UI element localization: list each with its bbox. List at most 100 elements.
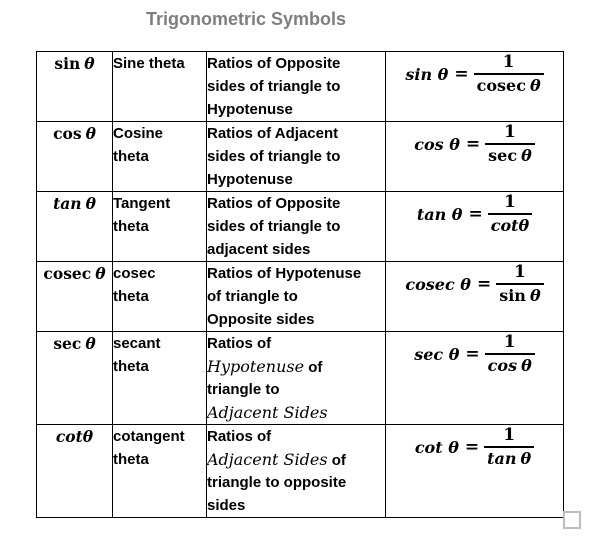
description-line: Opposite sides xyxy=(207,308,385,331)
formula-cell: tan θ = 1 cotθ xyxy=(385,191,564,262)
text-segment: sides of triangle to xyxy=(207,78,341,95)
text-segment: Ratios of Opposite xyxy=(207,55,341,72)
symbol-var: θ xyxy=(85,194,96,213)
equation-lhs: cos θ xyxy=(414,134,460,154)
name-line: theta xyxy=(113,451,149,468)
description-line: triangle to xyxy=(207,378,385,401)
denominator: cosec θ xyxy=(474,75,544,97)
description-line: triangle to opposite xyxy=(207,471,385,494)
numerator: 1 xyxy=(502,52,515,72)
symbol-func: cosec xyxy=(43,264,92,283)
name-line: Cosine xyxy=(113,125,164,142)
description-line: sides of triangle to xyxy=(207,75,385,98)
description-cell: Ratios of Adjacent sides of triangle to … xyxy=(206,121,386,192)
equation: cos θ = 1 sec θ xyxy=(414,122,535,167)
text-segment: adjacent sides xyxy=(207,241,311,258)
denominator-func: tan xyxy=(487,448,517,468)
symbol-func: tan xyxy=(53,194,82,213)
description-line: Hypotenuse xyxy=(207,98,385,121)
name-line: cotangent xyxy=(113,428,185,445)
numerator: 1 xyxy=(513,262,526,282)
table-row-cos: cos θ Cosine theta Ratios of Adjacent sid… xyxy=(36,121,564,192)
description-line: of triangle to xyxy=(207,285,385,308)
text-segment: of xyxy=(327,452,346,469)
name-line: Sine theta xyxy=(113,55,185,72)
table-resize-handle[interactable] xyxy=(563,511,581,529)
text-segment: Hypotenuse xyxy=(207,171,293,188)
symbol-var: θ xyxy=(85,334,96,353)
trig-symbols-table: sin θ Sine theta Ratios of Opposite sides… xyxy=(36,51,564,518)
denominator-func: cos xyxy=(487,355,518,375)
equation-lhs: sin θ xyxy=(405,64,449,84)
denominator-var: θ xyxy=(521,355,532,375)
table-row-cosec: cosec θ cosec theta Ratios of Hypotenuse … xyxy=(36,261,564,332)
description-cell: Ratios of Opposite sides of triangle to … xyxy=(206,191,386,262)
symbol-cell: cos θ xyxy=(36,121,113,192)
text-segment: Ratios of Opposite xyxy=(207,195,341,212)
symbol-cell: sec θ xyxy=(36,331,113,425)
math-text-segment: Adjacent Sides xyxy=(207,450,328,469)
equation-lhs: cot θ xyxy=(414,437,459,457)
denominator: sec θ xyxy=(485,145,535,167)
fraction: 1 sin θ xyxy=(496,262,544,307)
description-line: Ratios of Adjacent xyxy=(207,122,385,145)
text-segment: Hypotenuse xyxy=(207,101,293,118)
description-line: Ratios of xyxy=(207,332,385,355)
symbol-var: θ xyxy=(84,54,95,73)
fraction: 1 tan θ xyxy=(484,425,535,470)
text-segment: triangle to xyxy=(207,381,280,398)
symbol-func: cot xyxy=(55,427,83,446)
description-cell: Ratios of Opposite sides of triangle to … xyxy=(206,51,386,122)
name-cell: cosec theta xyxy=(112,261,207,332)
equals-sign: = xyxy=(465,344,480,365)
denominator-func: sin xyxy=(499,285,526,305)
equals-sign: = xyxy=(468,204,483,225)
formula-cell: cosec θ = 1 sin θ xyxy=(385,261,564,332)
symbol-cell: tan θ xyxy=(36,191,113,262)
text-segment: sides of triangle to xyxy=(207,218,341,235)
description-line: adjacent sides xyxy=(207,238,385,261)
text-segment: Ratios of xyxy=(207,335,272,352)
denominator: cos θ xyxy=(485,355,535,377)
name-cell: Tangent theta xyxy=(112,191,207,262)
description-line: Ratios of Opposite xyxy=(207,52,385,75)
denominator-var: θ xyxy=(529,285,541,305)
table-row-sin: sin θ Sine theta Ratios of Opposite sides… xyxy=(36,51,564,122)
name-cell: Cosine theta xyxy=(112,121,207,192)
table-row-sec: sec θ secant theta Ratios of Hypotenuse o… xyxy=(36,331,564,425)
denominator: tan θ xyxy=(484,448,534,470)
symbol-func: cos xyxy=(53,124,82,143)
math-text-segment: Adjacent Sides xyxy=(207,403,328,422)
equation-lhs: sec θ xyxy=(414,344,460,364)
text-segment: of xyxy=(304,359,323,376)
equation: cosec θ = 1 sin θ xyxy=(405,262,544,307)
name-line: cosec xyxy=(113,265,156,282)
denominator-func: cosec xyxy=(476,75,526,95)
name-cell: Sine theta xyxy=(112,51,207,122)
text-segment: sides of triangle to xyxy=(207,148,341,165)
equals-sign: = xyxy=(454,64,469,85)
text-segment: Ratios of Adjacent xyxy=(207,125,339,142)
formula-cell: cot θ = 1 tan θ xyxy=(385,424,564,518)
symbol-var: θ xyxy=(82,427,94,446)
fraction: 1 cosec θ xyxy=(473,52,544,97)
math-text-segment: Hypotenuse xyxy=(207,357,305,376)
name-line: theta xyxy=(113,148,149,165)
description-cell: Ratios of Hypotenuse of triangle to Oppo… xyxy=(206,261,386,332)
name-cell: cotangent theta xyxy=(112,424,207,518)
equation: tan θ = 1 cotθ xyxy=(417,192,533,237)
name-cell: secant theta xyxy=(112,331,207,425)
fraction: 1 cotθ xyxy=(487,192,533,237)
denominator: cotθ xyxy=(488,215,532,237)
description-line: sides xyxy=(207,494,385,517)
symbol-func: sin xyxy=(54,54,81,73)
equation: sec θ = 1 cos θ xyxy=(414,332,535,377)
description-line: Hypotenuse of xyxy=(207,355,385,378)
equation: cot θ = 1 tan θ xyxy=(414,425,535,470)
numerator: 1 xyxy=(503,332,516,352)
numerator: 1 xyxy=(503,425,516,445)
text-segment: triangle to opposite xyxy=(207,474,347,491)
denominator-func: sec xyxy=(488,145,518,165)
description-line: Adjacent Sides of xyxy=(207,448,385,471)
text-segment: sides xyxy=(207,497,246,514)
